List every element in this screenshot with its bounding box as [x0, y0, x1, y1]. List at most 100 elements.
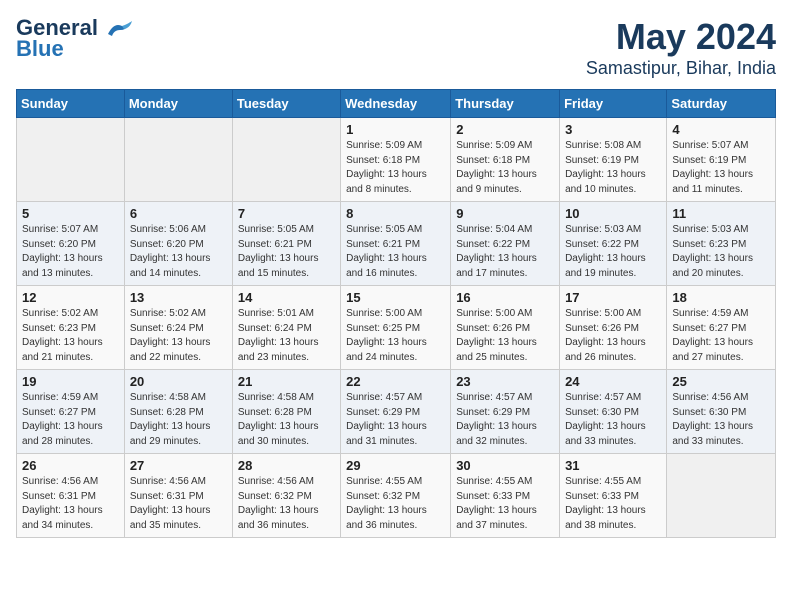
- day-info: Sunrise: 5:07 AM Sunset: 6:20 PM Dayligh…: [22, 223, 119, 281]
- title-block: May 2024 Samastipur, Bihar, India: [586, 16, 776, 79]
- table-row: 1Sunrise: 5:09 AM Sunset: 6:18 PM Daylig…: [341, 118, 451, 202]
- day-number: 19: [22, 374, 119, 389]
- header-saturday: Saturday: [667, 90, 776, 118]
- table-row: 16 Sunrise: 5:00 AM Sunset: 6:26 PM Dayli…: [451, 286, 560, 370]
- table-row: 4Sunrise: 5:07 AM Sunset: 6:19 PM Daylig…: [667, 118, 776, 202]
- day-info: Sunrise: 5:03 AM Sunset: 6:22 PM Dayligh…: [565, 223, 661, 281]
- day-number: 30: [456, 458, 554, 473]
- table-row: 7Sunrise: 5:05 AM Sunset: 6:21 PM Daylig…: [232, 202, 340, 286]
- day-number: 3: [565, 122, 661, 137]
- table-row: 3 Sunrise: 5:08 AM Sunset: 6:19 PM Daylig…: [560, 118, 667, 202]
- day-number: 12: [22, 290, 119, 305]
- table-row: 6 Sunrise: 5:06 AM Sunset: 6:20 PM Daylig…: [124, 202, 232, 286]
- table-row: 5 Sunrise: 5:07 AM Sunset: 6:20 PM Daylig…: [17, 202, 125, 286]
- table-row: 27 Sunrise: 4:56 AM Sunset: 6:31 PM Dayli…: [124, 454, 232, 538]
- day-number: 20: [130, 374, 227, 389]
- day-info: Sunrise: 4:58 AM Sunset: 6:28 PM Dayligh…: [238, 391, 335, 449]
- calendar-header-row: Sunday Monday Tuesday Wednesday Thursday…: [17, 90, 776, 118]
- calendar-week-row: 1Sunrise: 5:09 AM Sunset: 6:18 PM Daylig…: [17, 118, 776, 202]
- day-info: Sunrise: 4:59 AM Sunset: 6:27 PM Dayligh…: [22, 391, 119, 449]
- calendar-title: May 2024: [586, 16, 776, 58]
- table-row: [124, 118, 232, 202]
- day-info: Sunrise: 5:00 AM Sunset: 6:25 PM Dayligh…: [346, 307, 445, 365]
- table-row: 9 Sunrise: 5:04 AM Sunset: 6:22 PM Daylig…: [451, 202, 560, 286]
- day-info: Sunrise: 4:56 AM Sunset: 6:32 PM Dayligh…: [238, 475, 335, 533]
- day-info: Sunrise: 5:09 AM Sunset: 6:18 PM Dayligh…: [346, 139, 445, 197]
- day-number: 22: [346, 374, 445, 389]
- day-info: Sunrise: 5:05 AM Sunset: 6:21 PM Dayligh…: [346, 223, 445, 281]
- calendar-table: Sunday Monday Tuesday Wednesday Thursday…: [16, 89, 776, 538]
- day-number: 21: [238, 374, 335, 389]
- table-row: [232, 118, 340, 202]
- day-info: Sunrise: 5:00 AM Sunset: 6:26 PM Dayligh…: [456, 307, 554, 365]
- day-info: Sunrise: 5:03 AM Sunset: 6:23 PM Dayligh…: [672, 223, 770, 281]
- day-info: Sunrise: 4:56 AM Sunset: 6:31 PM Dayligh…: [130, 475, 227, 533]
- logo: General Blue: [16, 16, 134, 62]
- header-friday: Friday: [560, 90, 667, 118]
- day-info: Sunrise: 4:57 AM Sunset: 6:29 PM Dayligh…: [346, 391, 445, 449]
- table-row: 11 Sunrise: 5:03 AM Sunset: 6:23 PM Dayli…: [667, 202, 776, 286]
- day-number: 11: [672, 206, 770, 221]
- day-number: 10: [565, 206, 661, 221]
- day-info: Sunrise: 4:57 AM Sunset: 6:29 PM Dayligh…: [456, 391, 554, 449]
- table-row: 13 Sunrise: 5:02 AM Sunset: 6:24 PM Dayli…: [124, 286, 232, 370]
- day-info: Sunrise: 4:59 AM Sunset: 6:27 PM Dayligh…: [672, 307, 770, 365]
- calendar-week-row: 26 Sunrise: 4:56 AM Sunset: 6:31 PM Dayli…: [17, 454, 776, 538]
- day-number: 25: [672, 374, 770, 389]
- page-header: General Blue May 2024 Samastipur, Bihar,…: [16, 16, 776, 79]
- day-info: Sunrise: 5:08 AM Sunset: 6:19 PM Dayligh…: [565, 139, 661, 197]
- day-info: Sunrise: 5:04 AM Sunset: 6:22 PM Dayligh…: [456, 223, 554, 281]
- calendar-week-row: 19 Sunrise: 4:59 AM Sunset: 6:27 PM Dayli…: [17, 370, 776, 454]
- day-number: 8: [346, 206, 445, 221]
- table-row: 23 Sunrise: 4:57 AM Sunset: 6:29 PM Dayli…: [451, 370, 560, 454]
- table-row: 29 Sunrise: 4:55 AM Sunset: 6:32 PM Dayli…: [341, 454, 451, 538]
- day-info: Sunrise: 5:02 AM Sunset: 6:23 PM Dayligh…: [22, 307, 119, 365]
- logo-blue-text: Blue: [16, 36, 64, 62]
- day-number: 18: [672, 290, 770, 305]
- day-info: Sunrise: 4:55 AM Sunset: 6:33 PM Dayligh…: [456, 475, 554, 533]
- table-row: 30 Sunrise: 4:55 AM Sunset: 6:33 PM Dayli…: [451, 454, 560, 538]
- day-number: 9: [456, 206, 554, 221]
- day-number: 26: [22, 458, 119, 473]
- calendar-week-row: 12 Sunrise: 5:02 AM Sunset: 6:23 PM Dayli…: [17, 286, 776, 370]
- table-row: 20 Sunrise: 4:58 AM Sunset: 6:28 PM Dayli…: [124, 370, 232, 454]
- day-number: 29: [346, 458, 445, 473]
- table-row: 28Sunrise: 4:56 AM Sunset: 6:32 PM Dayli…: [232, 454, 340, 538]
- day-number: 31: [565, 458, 661, 473]
- day-number: 6: [130, 206, 227, 221]
- table-row: 12 Sunrise: 5:02 AM Sunset: 6:23 PM Dayli…: [17, 286, 125, 370]
- day-info: Sunrise: 4:55 AM Sunset: 6:32 PM Dayligh…: [346, 475, 445, 533]
- day-info: Sunrise: 4:56 AM Sunset: 6:30 PM Dayligh…: [672, 391, 770, 449]
- table-row: 8 Sunrise: 5:05 AM Sunset: 6:21 PM Daylig…: [341, 202, 451, 286]
- day-info: Sunrise: 4:55 AM Sunset: 6:33 PM Dayligh…: [565, 475, 661, 533]
- header-monday: Monday: [124, 90, 232, 118]
- day-number: 15: [346, 290, 445, 305]
- table-row: 2Sunrise: 5:09 AM Sunset: 6:18 PM Daylig…: [451, 118, 560, 202]
- day-number: 24: [565, 374, 661, 389]
- day-number: 23: [456, 374, 554, 389]
- day-number: 4: [672, 122, 770, 137]
- header-sunday: Sunday: [17, 90, 125, 118]
- day-info: Sunrise: 5:05 AM Sunset: 6:21 PM Dayligh…: [238, 223, 335, 281]
- day-number: 5: [22, 206, 119, 221]
- day-info: Sunrise: 4:58 AM Sunset: 6:28 PM Dayligh…: [130, 391, 227, 449]
- day-number: 14: [238, 290, 335, 305]
- day-info: Sunrise: 5:06 AM Sunset: 6:20 PM Dayligh…: [130, 223, 227, 281]
- day-number: 27: [130, 458, 227, 473]
- header-wednesday: Wednesday: [341, 90, 451, 118]
- table-row: 14Sunrise: 5:01 AM Sunset: 6:24 PM Dayli…: [232, 286, 340, 370]
- day-number: 16: [456, 290, 554, 305]
- table-row: 22 Sunrise: 4:57 AM Sunset: 6:29 PM Dayli…: [341, 370, 451, 454]
- day-info: Sunrise: 4:56 AM Sunset: 6:31 PM Dayligh…: [22, 475, 119, 533]
- table-row: 31 Sunrise: 4:55 AM Sunset: 6:33 PM Dayli…: [560, 454, 667, 538]
- day-number: 13: [130, 290, 227, 305]
- table-row: 25 Sunrise: 4:56 AM Sunset: 6:30 PM Dayli…: [667, 370, 776, 454]
- calendar-week-row: 5 Sunrise: 5:07 AM Sunset: 6:20 PM Daylig…: [17, 202, 776, 286]
- header-tuesday: Tuesday: [232, 90, 340, 118]
- day-number: 17: [565, 290, 661, 305]
- table-row: [667, 454, 776, 538]
- day-info: Sunrise: 5:00 AM Sunset: 6:26 PM Dayligh…: [565, 307, 661, 365]
- table-row: 10 Sunrise: 5:03 AM Sunset: 6:22 PM Dayli…: [560, 202, 667, 286]
- day-info: Sunrise: 5:02 AM Sunset: 6:24 PM Dayligh…: [130, 307, 227, 365]
- calendar-subtitle: Samastipur, Bihar, India: [586, 58, 776, 79]
